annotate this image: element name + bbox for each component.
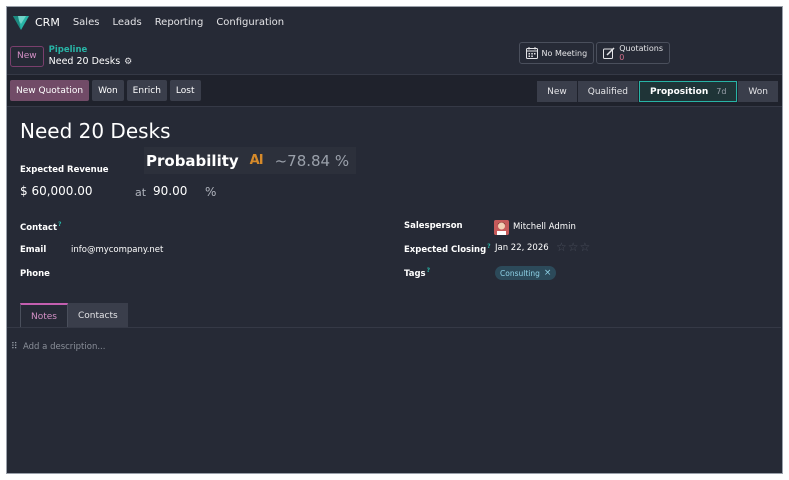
help-icon[interactable]: ? [427,267,430,274]
calendar-icon [525,44,538,63]
stage-won-label: Won [748,86,768,97]
stage-new-label: New [547,86,567,97]
stage-proposition-label: Proposition [649,86,709,97]
new-button[interactable]: New [10,45,44,67]
close-icon[interactable]: × [544,268,552,278]
crm-logo-icon[interactable] [13,15,29,31]
form-sheet: Need 20 Desks Expected Revenue Probabili… [7,107,781,473]
drag-handle-icon[interactable]: ⠿ [11,342,18,352]
stage-days: 7d [716,87,727,96]
stage-new[interactable]: New [537,81,577,102]
statusbar-row: New Quotation Won Enrich Lost New Qualif… [7,74,782,107]
star-icon[interactable]: ☆ [556,240,568,254]
tag-consulting: Consulting × [495,266,557,280]
expected-revenue-input[interactable]: $ 60,000.00 [20,184,93,198]
breadcrumb-current-label: Need 20 Desks [48,55,121,67]
star-icon[interactable]: ☆ [568,240,580,254]
email-label: Email [20,245,47,255]
breadcrumb-current: Need 20 Desks ⚙ [49,56,133,68]
meeting-label: No Meeting [541,48,588,58]
expected-closing-input[interactable]: Jan 22, 2026 [495,243,549,253]
edit-icon [603,44,615,63]
menu-configuration[interactable]: Configuration [216,17,284,28]
ai-icon: AI [249,153,264,168]
avatar [494,220,509,235]
stage-qualified[interactable]: Qualified [577,81,638,102]
quotations-label: Quotations [619,44,663,53]
email-input[interactable]: info@mycompany.net [71,245,163,255]
menu-sales[interactable]: Sales [73,17,100,28]
priority-stars[interactable]: ☆☆☆ [556,240,591,254]
contact-label-text: Contact [20,222,58,233]
percent-sign: % [205,185,217,199]
crm-window: CRM Sales Leads Reporting Configuration … [6,6,783,474]
stage-qualified-label: Qualified [587,86,628,97]
help-icon[interactable]: ? [487,243,490,250]
quotations-text: Quotations 0 [619,44,663,62]
smart-buttons: No Meeting Quotations 0 [518,42,670,64]
stage-statusbar: New Qualified Proposition 7d Won [537,81,779,102]
menu-reporting[interactable]: Reporting [155,17,204,28]
tags-label-text: Tags [404,268,426,279]
gear-icon[interactable]: ⚙ [124,56,132,68]
tab-notes[interactable]: Notes [20,303,68,328]
probability-input[interactable]: 90.00 [153,184,187,198]
expected-revenue-label: Expected Revenue [20,165,109,175]
tabs-divider [7,327,781,328]
probability-tooltip: Probability AI ~78.84 % [144,147,356,174]
opportunity-title[interactable]: Need 20 Desks [20,119,171,143]
salesperson-input[interactable]: Mitchell Admin [513,222,576,232]
breadcrumb-pipeline[interactable]: Pipeline [49,45,133,56]
stage-proposition[interactable]: Proposition 7d [638,81,738,102]
won-button[interactable]: Won [92,80,124,101]
expected-closing-label-text: Expected Closing [404,244,487,255]
quotations-count: 0 [619,53,625,62]
new-quotation-button[interactable]: New Quotation [10,80,90,101]
stage-won[interactable]: Won [738,81,778,102]
salesperson-label: Salesperson [404,221,463,231]
quotations-button[interactable]: Quotations 0 [596,42,670,64]
top-navbar: CRM Sales Leads Reporting Configuration [7,7,782,38]
star-icon[interactable]: ☆ [580,240,592,254]
meeting-button[interactable]: No Meeting [518,42,595,64]
tooltip-title: Probability [146,151,239,170]
tags-label: Tags? [404,267,430,279]
menu-leads[interactable]: Leads [112,17,141,28]
phone-label: Phone [20,269,50,279]
tab-contacts[interactable]: Contacts [68,303,128,328]
at-label: at [135,186,147,199]
contact-label: Contact? [20,221,62,233]
enrich-button[interactable]: Enrich [126,80,167,101]
tag-label: Consulting [500,268,540,278]
expected-closing-label: Expected Closing? [404,243,491,255]
app-name[interactable]: CRM [35,16,60,29]
notebook-tabs: Notes Contacts [20,303,128,328]
tooltip-ai-probability: ~78.84 % [274,151,350,170]
help-icon[interactable]: ? [58,221,61,228]
breadcrumb: Pipeline Need 20 Desks ⚙ [49,45,133,68]
control-panel: New Pipeline Need 20 Desks ⚙ No Meeting … [7,38,782,74]
description-editor[interactable]: Add a description... [23,342,105,352]
lost-button[interactable]: Lost [169,80,201,101]
